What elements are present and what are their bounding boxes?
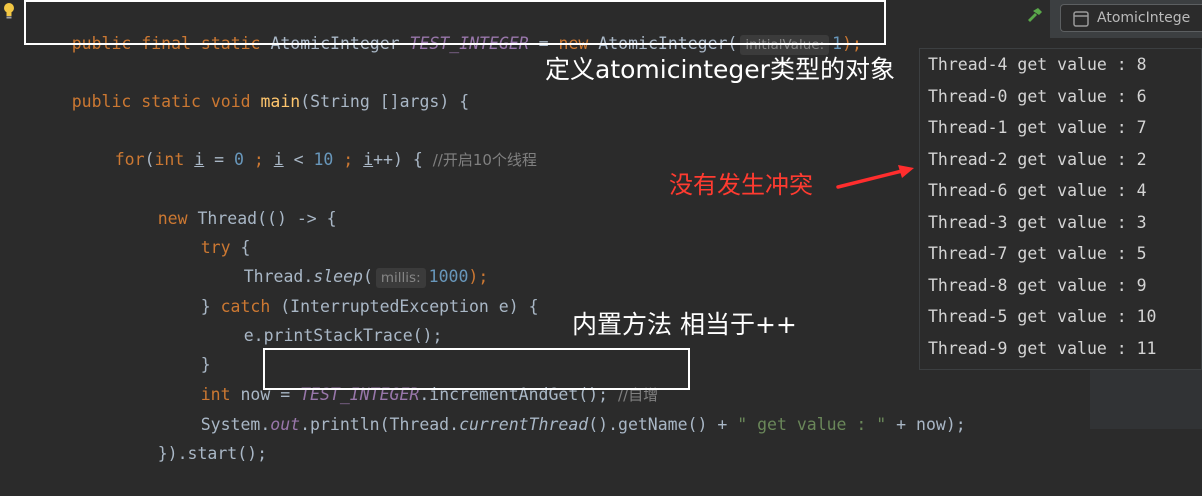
code-line-catch: } catch (InterruptedException e) { — [200, 297, 539, 316]
annotation-no-conflict: 没有发生冲突 — [669, 171, 813, 199]
file-icon — [1073, 11, 1089, 31]
highlight-box-increment — [263, 348, 690, 390]
console-line: Thread-2 get value : 2 — [928, 149, 1147, 169]
console-line: Thread-6 get value : 4 — [928, 181, 1147, 200]
tab-atomicinteger[interactable]: AtomicIntege — [1060, 4, 1202, 32]
code-line-new-thread: new Thread(() -> { — [157, 209, 337, 228]
tab-label: AtomicIntege — [1097, 10, 1191, 26]
console-line: Thread-3 get value : 3 — [928, 212, 1147, 232]
console-line: Thread-1 get value : 7 — [928, 118, 1147, 137]
console-line: Thread-9 get value : 11 — [928, 338, 1157, 358]
code-line-close-brace: } — [200, 355, 211, 374]
console-line: Thread-7 get value : 5 — [928, 244, 1147, 263]
arrow-icon — [836, 165, 914, 189]
console-line: Thread-0 get value : 6 — [928, 86, 1147, 106]
console-line: Thread-5 get value : 10 — [928, 307, 1157, 326]
code-line-main: public static void main(String []args) { — [71, 92, 470, 111]
side-panel — [1090, 370, 1202, 429]
highlight-box-declaration — [24, 0, 886, 45]
hammer-icon[interactable] — [1024, 6, 1046, 32]
console-line: Thread-8 get value : 9 — [928, 275, 1147, 295]
console-output[interactable]: Thread-4 get value : 8 Thread-0 get valu… — [919, 48, 1202, 370]
code-line-for-loop: for(int i = 0 ; i < 10 ; i++) { //开启10个线… — [114, 150, 537, 169]
code-line-try: try { — [200, 238, 251, 257]
code-line-start: }).start(); — [157, 444, 268, 463]
lightbulb-icon[interactable] — [3, 2, 15, 20]
annotation-define: 定义atomicinteger类型的对象 — [545, 55, 895, 84]
console-line: Thread-4 get value : 8 — [928, 55, 1147, 74]
code-line-print-stack: e.printStackTrace(); — [243, 326, 443, 345]
code-line-sleep: Thread.sleep(millis: 1000); — [243, 267, 489, 288]
annotation-builtin: 内置方法 相当于++ — [572, 310, 797, 339]
